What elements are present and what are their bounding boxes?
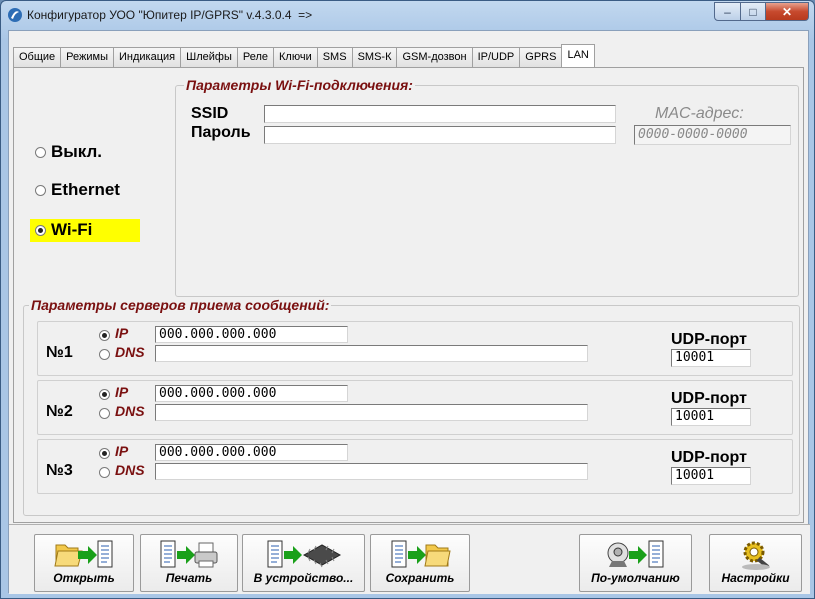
title-bar[interactable]: Конфигуратор УОО "Юпитер IP/GPRS" v.4.3.… — [1, 1, 814, 29]
server-row-1: №1 IP 000.000.000.000 DNS UDP-порт 10001 — [37, 321, 793, 376]
maximize-button[interactable]: □ — [740, 2, 766, 21]
server-2-ip-label: IP — [115, 384, 129, 400]
server-2-ip-radio[interactable] — [99, 389, 110, 400]
server-3-udp-port-input[interactable]: 10001 — [671, 467, 751, 485]
save-file-icon — [391, 540, 451, 568]
app-icon — [8, 8, 22, 22]
close-icon: ✕ — [781, 4, 793, 19]
server-1-dns-radio[interactable] — [99, 349, 110, 360]
maximize-icon: □ — [749, 4, 757, 19]
server-3-ip-input[interactable]: 000.000.000.000 — [155, 444, 348, 461]
tab-relay[interactable]: Реле — [236, 47, 273, 67]
open-file-icon — [54, 540, 113, 568]
save-button[interactable]: Сохранить — [370, 534, 470, 592]
minimize-icon: – — [724, 4, 731, 19]
server-3-udp-label: UDP-порт — [671, 449, 747, 466]
to-device-button[interactable]: В устройство... — [242, 534, 365, 592]
server-2-udp-port-input[interactable]: 10001 — [671, 408, 751, 426]
bottom-toolbar: Открыть Печать В устройство... Сохранить… — [9, 524, 810, 594]
tab-loops[interactable]: Шлейфы — [180, 47, 237, 67]
server-1-udp-port-input[interactable]: 10001 — [671, 349, 751, 367]
tab-sms[interactable]: SMS — [316, 47, 352, 67]
server-3-dns-input[interactable] — [155, 463, 588, 480]
lan-tab-page: Выкл. Ethernet Wi-Fi Параметры Wi-Fi-под… — [13, 67, 804, 523]
tab-indication[interactable]: Индикация — [113, 47, 181, 67]
server-2-udp-label: UDP-порт — [671, 390, 747, 407]
radio-wifi[interactable] — [35, 225, 46, 236]
open-label: Открыть — [53, 571, 115, 585]
save-label: Сохранить — [385, 571, 455, 585]
print-icon — [160, 540, 218, 568]
password-label: Пароль — [191, 124, 251, 141]
server-2-dns-label: DNS — [115, 403, 145, 419]
tab-gprs[interactable]: GPRS — [519, 47, 562, 67]
server-3-ip-radio[interactable] — [99, 448, 110, 459]
mac-address-field: 0000-0000-0000 — [634, 125, 791, 145]
server-1-ip-radio[interactable] — [99, 330, 110, 341]
app-window: Конфигуратор УОО "Юпитер IP/GPRS" v.4.3.… — [0, 0, 815, 599]
tab-ip-udp[interactable]: IP/UDP — [471, 47, 520, 67]
server-3-dns-label: DNS — [115, 462, 145, 478]
server-3-dns-radio[interactable] — [99, 467, 110, 478]
servers-group: Параметры серверов приема сообщений: №1 … — [23, 297, 800, 516]
tab-general[interactable]: Общие — [13, 47, 61, 67]
server-1-udp-label: UDP-порт — [671, 331, 747, 348]
ssid-label: SSID — [191, 105, 229, 122]
server-row-2: №2 IP 000.000.000.000 DNS UDP-порт 10001 — [37, 380, 793, 435]
defaults-label: По-умолчанию — [591, 571, 680, 585]
tab-sms-k[interactable]: SMS-К — [351, 47, 397, 67]
defaults-button[interactable]: По-умолчанию — [579, 534, 692, 592]
tab-keys[interactable]: Ключи — [273, 47, 317, 67]
server-2-dns-input[interactable] — [155, 404, 588, 421]
servers-group-title: Параметры серверов приема сообщений: — [29, 297, 332, 313]
mac-label: MAC-адрес: — [655, 105, 744, 122]
restore-defaults-icon — [607, 540, 663, 568]
print-button[interactable]: Печать — [140, 534, 238, 592]
minimize-button[interactable]: – — [714, 2, 741, 21]
tab-gsm-dial[interactable]: GSM-дозвон — [396, 47, 472, 67]
server-3-label: №3 — [46, 462, 73, 479]
window-title: Конфигуратор УОО "Юпитер IP/GPRS" v.4.3.… — [27, 8, 313, 22]
wifi-group-title: Параметры Wi-Fi-подключения: — [184, 77, 415, 93]
wifi-params-group: Параметры Wi-Fi-подключения: SSID Пароль… — [175, 77, 799, 297]
close-button[interactable]: ✕ — [765, 2, 809, 21]
server-1-ip-input[interactable]: 000.000.000.000 — [155, 326, 348, 343]
server-3-ip-label: IP — [115, 443, 129, 459]
tab-strip: Общие Режимы Индикация Шлейфы Реле Ключи… — [13, 44, 595, 67]
radio-off-label: Выкл. — [51, 142, 103, 161]
tab-lan[interactable]: LAN — [561, 44, 595, 67]
radio-ethernet-label: Ethernet — [51, 180, 120, 199]
radio-wifi-label: Wi-Fi — [51, 220, 93, 239]
client-area: Общие Режимы Индикация Шлейфы Реле Ключи… — [8, 30, 810, 594]
to-device-label: В устройство... — [253, 571, 354, 585]
server-2-label: №2 — [46, 403, 73, 420]
radio-off[interactable] — [35, 147, 46, 158]
server-1-dns-input[interactable] — [155, 345, 588, 362]
password-input[interactable] — [264, 126, 616, 144]
write-to-device-icon — [267, 540, 341, 568]
print-label: Печать — [165, 571, 213, 585]
ssid-input[interactable] — [264, 105, 616, 123]
radio-ethernet[interactable] — [35, 185, 46, 196]
settings-button[interactable]: Настройки — [709, 534, 802, 592]
server-1-dns-label: DNS — [115, 344, 145, 360]
open-button[interactable]: Открыть — [34, 534, 134, 592]
tab-modes[interactable]: Режимы — [60, 47, 113, 67]
settings-label: Настройки — [721, 571, 790, 585]
settings-gear-icon — [741, 541, 770, 570]
server-2-ip-input[interactable]: 000.000.000.000 — [155, 385, 348, 402]
server-row-3: №3 IP 000.000.000.000 DNS UDP-порт 10001 — [37, 439, 793, 494]
server-1-label: №1 — [46, 344, 73, 361]
server-1-ip-label: IP — [115, 325, 129, 341]
server-2-dns-radio[interactable] — [99, 408, 110, 419]
